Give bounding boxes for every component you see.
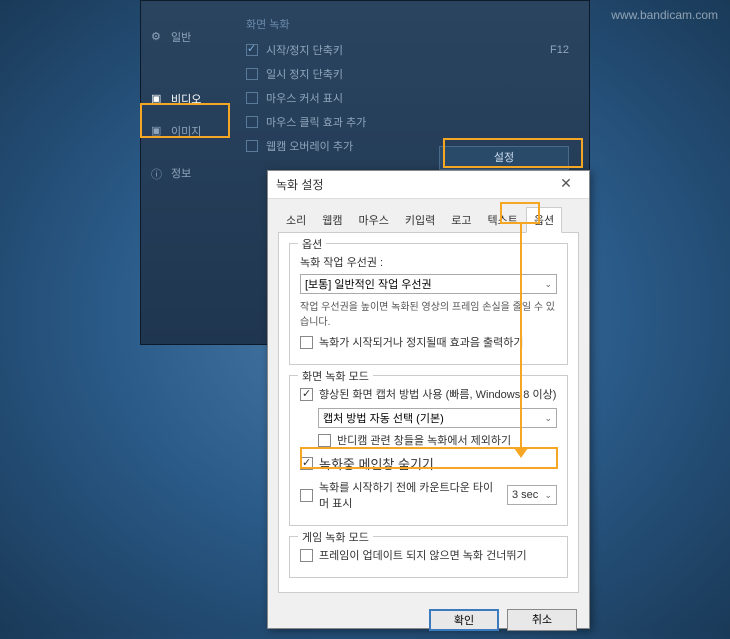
group-options: 옵션 녹화 작업 우선권 : [보통] 일반적인 작업 우선권 ⌄ 작업 우선권… (289, 243, 568, 365)
group-title: 옵션 (298, 236, 326, 252)
sidebar-item-label: 정보 (171, 165, 191, 181)
row-countdown[interactable]: 녹화를 시작하기 전에 카운트다운 타이머 표시 3 sec ⌄ (300, 479, 557, 511)
row-skip-frames[interactable]: 프레임이 업데이트 되지 않으면 녹화 건너뛰기 (300, 547, 557, 563)
sidebar-item-label: 이미지 (171, 123, 201, 139)
tab-options[interactable]: 옵션 (526, 207, 562, 233)
tab-text[interactable]: 텍스트 (480, 207, 526, 232)
close-icon[interactable]: ✕ (551, 175, 581, 195)
tab-mouse[interactable]: 마우스 (351, 207, 397, 232)
priority-label: 녹화 작업 우선권 : (300, 254, 557, 270)
dialog-title: 녹화 설정 (276, 176, 551, 193)
priority-help: 작업 우선권을 높이면 녹화된 영상의 프레임 손실을 줄일 수 있습니다. (300, 298, 557, 328)
tab-keyinput[interactable]: 키입력 (397, 207, 443, 232)
recording-settings-dialog: 녹화 설정 ✕ 소리 웹캠 마우스 키입력 로고 텍스트 옵션 옵션 녹화 작업… (267, 170, 590, 629)
checkbox-icon[interactable] (300, 549, 313, 562)
checkbox-icon[interactable] (246, 68, 258, 80)
row-click-effect[interactable]: 마우스 클릭 효과 추가 (246, 114, 569, 130)
row-cursor[interactable]: 마우스 커서 표시 (246, 90, 569, 106)
ok-button[interactable]: 확인 (429, 609, 499, 631)
section-title: 화면 녹화 (246, 16, 569, 32)
row-sound-effect[interactable]: 녹화가 시작되거나 정지될때 효과음 출력하기 (300, 334, 557, 350)
row-start-stop[interactable]: 시작/정지 단축키 F12 (246, 42, 569, 58)
sidebar-item-general[interactable]: ⚙ 일반 (141, 21, 226, 53)
chevron-down-icon: ⌄ (544, 279, 552, 290)
image-icon: ▣ (151, 124, 165, 138)
group-game-mode: 게임 녹화 모드 프레임이 업데이트 되지 않으면 녹화 건너뛰기 (289, 536, 568, 578)
gear-icon: ⚙ (151, 30, 165, 44)
settings-button[interactable]: 설정 (439, 146, 569, 170)
cancel-button[interactable]: 취소 (507, 609, 577, 631)
group-title: 게임 녹화 모드 (298, 529, 373, 545)
row-pause[interactable]: 일시 정지 단축키 (246, 66, 569, 82)
arrow-line (520, 224, 522, 454)
checkbox-icon[interactable] (246, 140, 258, 152)
tabs: 소리 웹캠 마우스 키입력 로고 텍스트 옵션 (278, 207, 579, 233)
arrow-head-icon (514, 448, 528, 458)
checkbox-icon[interactable] (300, 489, 313, 502)
sidebar-item-video[interactable]: ▣ 비디오 (141, 83, 226, 115)
main-content: 화면 녹화 시작/정지 단축키 F12 일시 정지 단축키 마우스 커서 표시 … (226, 1, 589, 177)
sidebar: ⚙ 일반 ▣ FPS ▣ 비디오 ▣ 이미지 ⓘ 정보 (141, 1, 226, 344)
checkbox-icon[interactable] (246, 116, 258, 128)
checkbox-icon[interactable] (318, 434, 331, 447)
group-title: 화면 녹화 모드 (298, 368, 373, 384)
tab-logo[interactable]: 로고 (443, 207, 479, 232)
sidebar-item-label: 일반 (171, 29, 191, 45)
dialog-titlebar: 녹화 설정 ✕ (268, 171, 589, 199)
checkbox-icon[interactable] (300, 457, 313, 470)
checkbox-icon[interactable] (300, 336, 313, 349)
chevron-down-icon: ⌄ (544, 490, 552, 501)
tab-sound[interactable]: 소리 (278, 207, 314, 232)
watermark: www.bandicam.com (611, 8, 718, 22)
checkbox-icon[interactable] (246, 44, 258, 56)
dialog-body: 소리 웹캠 마우스 키입력 로고 텍스트 옵션 옵션 녹화 작업 우선권 : [… (268, 199, 589, 601)
video-icon: ▣ (151, 92, 165, 106)
sidebar-item-label: 비디오 (171, 91, 201, 107)
checkbox-icon[interactable] (246, 92, 258, 104)
sidebar-item-image[interactable]: ▣ 이미지 (141, 115, 226, 147)
sidebar-item-info[interactable]: ⓘ 정보 (141, 157, 226, 189)
checkbox-icon[interactable] (300, 388, 313, 401)
countdown-select[interactable]: 3 sec ⌄ (507, 485, 557, 505)
dialog-buttons: 확인 취소 (268, 601, 589, 639)
chevron-down-icon: ⌄ (544, 413, 552, 424)
tab-webcam[interactable]: 웹캠 (314, 207, 350, 232)
info-icon: ⓘ (151, 166, 165, 180)
tab-content: 옵션 녹화 작업 우선권 : [보통] 일반적인 작업 우선권 ⌄ 작업 우선권… (278, 233, 579, 593)
priority-select[interactable]: [보통] 일반적인 작업 우선권 ⌄ (300, 274, 557, 294)
row-enhanced[interactable]: 향상된 화면 캡처 방법 사용 (빠름, Windows 8 이상) (300, 386, 557, 402)
